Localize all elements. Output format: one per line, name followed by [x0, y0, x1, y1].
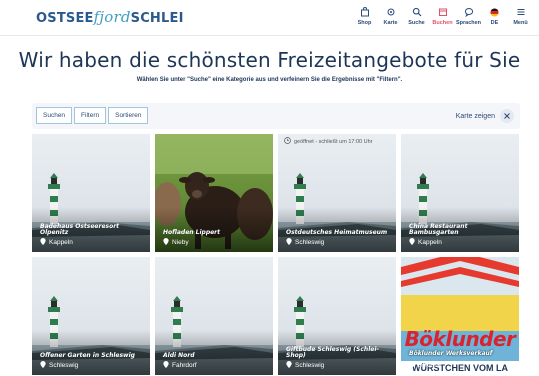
card-location: Kappeln [409, 238, 442, 247]
nav-language-label: DE [490, 20, 499, 26]
nav-buchen[interactable]: Buchen [432, 4, 453, 26]
logo-part-fjord: fjord [93, 8, 131, 26]
card-location-text: Schleswig [49, 362, 79, 369]
card-location: Böklund [409, 361, 442, 370]
chat-icon [464, 4, 474, 20]
card-location-text: Böklund [418, 362, 442, 369]
location-pin-icon [409, 238, 415, 247]
nav-menu[interactable]: Menü [510, 4, 531, 26]
card-location-text: Nieby [172, 239, 189, 246]
card-location: Kappeln [40, 238, 73, 247]
result-card[interactable]: Aldi Nord Fahrdorf [155, 257, 273, 375]
nav-buchen-label: Buchen [432, 20, 453, 26]
nav-karte[interactable]: Karte [380, 4, 401, 26]
card-title: Böklunder Werksverkauf [409, 350, 493, 358]
card-title: Offener Garten in Schleswig [40, 352, 135, 360]
location-pin-icon [286, 361, 292, 370]
card-location: Schleswig [286, 361, 324, 370]
map-pin-icon [386, 4, 396, 20]
sort-button[interactable]: Sortieren [108, 107, 149, 124]
card-location: Nieby [163, 238, 189, 247]
calendar-icon [438, 4, 448, 20]
nav-suche[interactable]: Suche [406, 4, 427, 26]
card-location-text: Schleswig [295, 362, 325, 369]
nav-sprachen[interactable]: Sprachen [455, 4, 482, 26]
nav-suche-label: Suche [408, 20, 425, 26]
location-pin-icon [163, 238, 169, 247]
card-title: China Restaurant Bambusgarten [409, 222, 468, 237]
card-location: Schleswig [286, 238, 324, 247]
location-pin-icon [40, 361, 46, 370]
result-card[interactable]: China Restaurant Bambusgarten Kappeln [401, 134, 519, 252]
card-title: Hofladen Lippert [163, 229, 221, 237]
card-location: Schleswig [40, 361, 78, 370]
page-title: Wir haben die schönsten Freizeitangebote… [18, 48, 521, 72]
location-pin-icon [163, 361, 169, 370]
card-title: Giftbude Schleswig (Schlei-Shop) [286, 345, 379, 360]
card-location-text: Kappeln [418, 239, 442, 246]
result-card[interactable]: geöffnet - schließt um 17:00 Uhr Ostdeut… [278, 134, 396, 252]
toolbar-button-group: Suchen Filtern Sortieren [36, 107, 149, 124]
card-location-text: Schleswig [295, 239, 325, 246]
close-icon[interactable] [500, 109, 514, 123]
shopping-bag-icon [360, 4, 370, 20]
flag-de-icon [490, 4, 499, 20]
show-map-label: Karte zeigen [455, 112, 495, 120]
opening-hours-text: geöffnet - schließt um 17:00 Uhr [294, 138, 373, 145]
brand-wordmark: Böklunder [404, 327, 516, 351]
page-subtitle: Wählen Sie unter "Suche" eine Kategorie … [136, 77, 403, 83]
show-map-toggle[interactable]: Karte zeigen [456, 109, 514, 123]
card-title: Badehaus Ostseeresort Olpenitz [40, 222, 120, 237]
location-pin-icon [286, 238, 292, 247]
filter-button[interactable]: Filtern [74, 107, 107, 124]
site-logo[interactable]: OSTSEEfjordSCHLEI [36, 8, 184, 26]
search-icon [412, 4, 422, 20]
result-card[interactable]: Offener Garten in Schleswig Schleswig [32, 257, 150, 375]
result-card[interactable]: Böklunder WÜRSTCHEN VOM LA Böklunder Wer… [401, 257, 519, 375]
site-header: OSTSEEfjordSCHLEI Shop Karte Suche Buche… [0, 0, 539, 36]
results-toolbar: Suchen Filtern Sortieren Karte zeigen [32, 103, 520, 129]
result-card[interactable]: Hofladen Lippert Nieby [155, 134, 273, 252]
nav-sprachen-label: Sprachen [455, 20, 482, 26]
result-card[interactable]: Giftbude Schleswig (Schlei-Shop) Schlesw… [278, 257, 396, 375]
card-title: Aldi Nord [163, 352, 195, 360]
location-pin-icon [409, 361, 415, 370]
hamburger-icon [516, 4, 526, 20]
nav-karte-label: Karte [383, 20, 398, 26]
nav-menu-label: Menü [513, 20, 528, 26]
card-location: Fahrdorf [163, 361, 197, 370]
card-location-text: Fahrdorf [172, 362, 197, 369]
location-pin-icon [40, 238, 46, 247]
main-nav: Shop Karte Suche Buchen Sprachen DE Menü [354, 4, 531, 26]
logo-part-schlei: SCHLEI [130, 11, 184, 26]
nav-language-de[interactable]: DE [484, 4, 505, 26]
card-location-text: Kappeln [49, 239, 73, 246]
search-button[interactable]: Suchen [36, 107, 73, 124]
logo-part-ostsee: OSTSEE [36, 11, 94, 26]
nav-shop[interactable]: Shop [354, 4, 375, 26]
clock-icon [284, 137, 291, 146]
nav-shop-label: Shop [357, 20, 372, 26]
opening-hours-badge: geöffnet - schließt um 17:00 Uhr [284, 137, 372, 146]
card-title: Ostdeutsches Heimatmuseum [286, 229, 388, 237]
result-card[interactable]: Badehaus Ostseeresort Olpenitz Kappeln [32, 134, 150, 252]
